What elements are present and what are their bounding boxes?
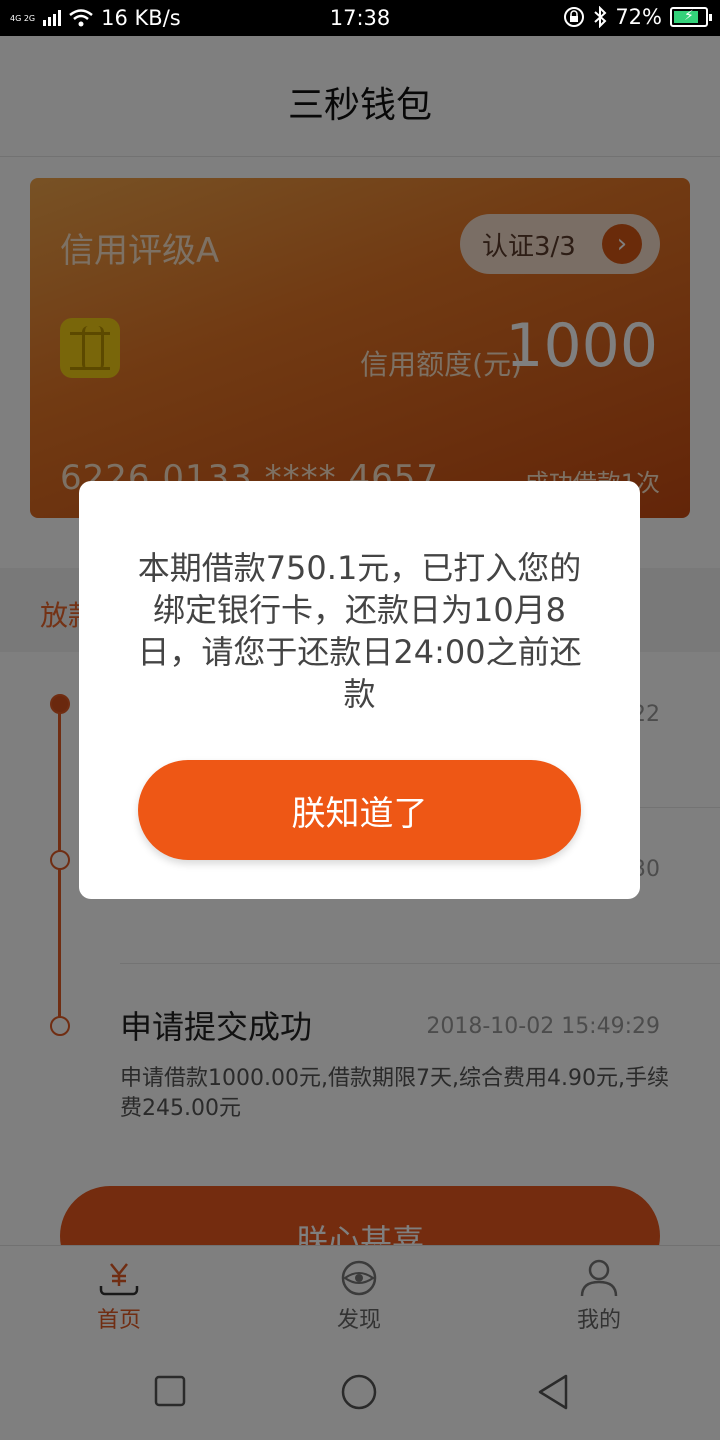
dialog-message: 本期借款750.1元，已打入您的绑定银行卡，还款日为10月8日，请您于还款日24… (137, 549, 582, 713)
bluetooth-icon (594, 6, 607, 28)
battery-percent: 72% (615, 5, 662, 29)
dialog-ok-button[interactable]: 朕知道了 (138, 760, 581, 860)
rotation-lock-icon (564, 7, 585, 27)
battery-icon: ⚡ (670, 7, 712, 27)
status-bar: 4G 2G 16 KB/s 17:38 72% ⚡ (0, 0, 720, 36)
repayment-dialog: 本期借款750.1元，已打入您的绑定银行卡，还款日为10月8日，请您于还款日24… (79, 481, 640, 899)
